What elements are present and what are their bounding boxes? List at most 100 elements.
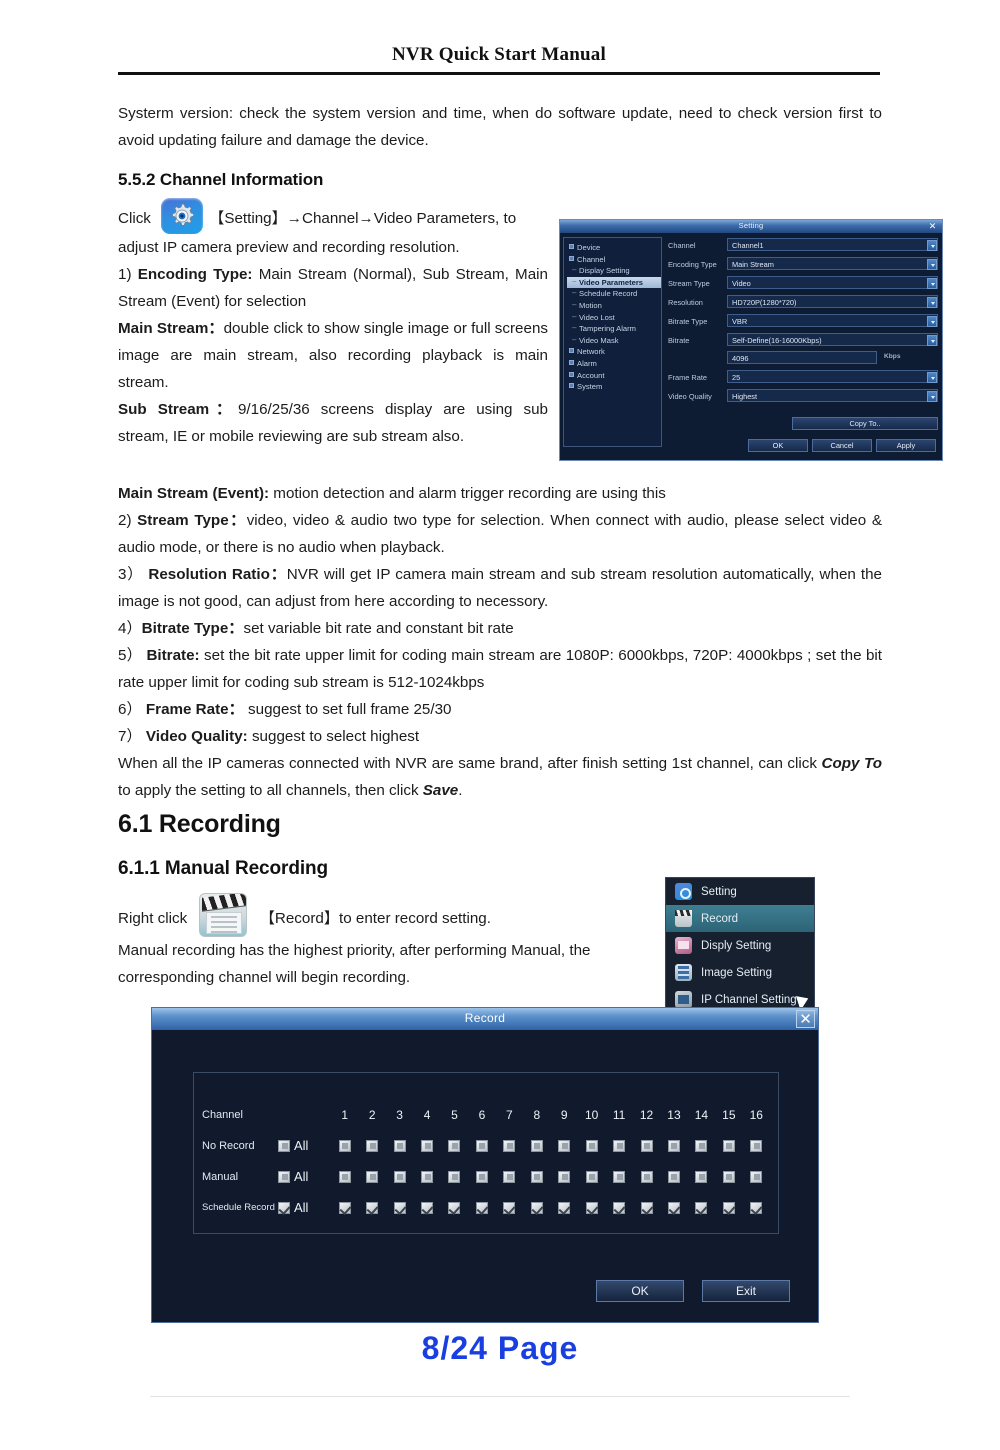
checkbox-schedule-record-ch9[interactable] — [558, 1201, 571, 1214]
checkbox-schedule-record-ch10[interactable] — [585, 1201, 598, 1214]
expand-icon[interactable] — [569, 348, 574, 354]
checkbox-no-record-ch11[interactable] — [613, 1139, 626, 1152]
copy-to-button[interactable]: Copy To.. — [792, 417, 938, 430]
tree-item-tampering-alarm[interactable]: Tampering Alarm — [567, 322, 661, 335]
checkbox-no-record-ch2[interactable] — [366, 1139, 379, 1152]
field-select[interactable]: Channel1 — [727, 238, 938, 251]
checkbox-manual-ch2[interactable] — [366, 1170, 379, 1183]
tree-item-video-parameters[interactable]: Video Parameters — [567, 276, 661, 289]
chevron-down-icon[interactable] — [927, 240, 937, 251]
tree-item-account[interactable]: Account — [567, 370, 661, 382]
chevron-down-icon[interactable] — [927, 278, 937, 289]
chevron-down-icon[interactable] — [927, 259, 937, 270]
checkbox-manual-ch3[interactable] — [393, 1170, 406, 1183]
checkbox-no-record-ch14[interactable] — [695, 1139, 708, 1152]
ok-button[interactable]: OK — [748, 439, 808, 452]
video-quality-select[interactable]: Highest — [727, 389, 938, 402]
chevron-down-icon[interactable] — [927, 316, 937, 327]
tree-item-network[interactable]: Network — [567, 346, 661, 358]
checkbox-schedule-record-ch12[interactable] — [640, 1201, 653, 1214]
close-icon[interactable]: ✕ — [927, 221, 938, 232]
checkbox-manual-ch9[interactable] — [558, 1170, 571, 1183]
checkbox-schedule-record-ch1[interactable] — [338, 1201, 351, 1214]
checkbox-schedule-record-ch3[interactable] — [393, 1201, 406, 1214]
checkbox-schedule-record-ch2[interactable] — [366, 1201, 379, 1214]
checkbox-schedule-record-ch6[interactable] — [475, 1201, 488, 1214]
tree-item-motion[interactable]: Motion — [567, 299, 661, 312]
checkbox-schedule-record-ch11[interactable] — [613, 1201, 626, 1214]
checkbox-no-record-ch5[interactable] — [448, 1139, 461, 1152]
checkbox-no-record-ch7[interactable] — [503, 1139, 516, 1152]
context-menu-item-record[interactable]: Record — [666, 905, 814, 932]
field-select[interactable]: HD720P(1280*720) — [727, 295, 938, 308]
chevron-down-icon[interactable] — [927, 372, 937, 383]
checkbox-no-record-ch6[interactable] — [475, 1139, 488, 1152]
checkbox-schedule-record-ch13[interactable] — [667, 1201, 680, 1214]
checkbox-schedule-record-ch8[interactable] — [530, 1201, 543, 1214]
chevron-down-icon[interactable] — [927, 297, 937, 308]
checkbox-manual-ch11[interactable] — [613, 1170, 626, 1183]
expand-icon[interactable] — [569, 244, 574, 249]
field-select[interactable]: Video — [727, 276, 938, 289]
chevron-down-icon[interactable] — [927, 391, 937, 402]
tree-item-display-setting[interactable]: Display Setting — [567, 264, 661, 277]
tree-item-video-lost[interactable]: Video Lost — [567, 311, 661, 324]
checkbox-no-record-ch4[interactable] — [421, 1139, 434, 1152]
cancel-button[interactable]: Cancel — [812, 439, 872, 452]
checkbox-all-schedule-record[interactable] — [278, 1201, 290, 1214]
checkbox-manual-ch6[interactable] — [475, 1170, 488, 1183]
checkbox-schedule-record-ch7[interactable] — [503, 1201, 516, 1214]
checkbox-all-manual[interactable] — [278, 1170, 290, 1183]
tree-item-alarm[interactable]: Alarm — [567, 358, 661, 370]
checkbox-no-record-ch15[interactable] — [722, 1139, 735, 1152]
checkbox-all-no-record[interactable] — [278, 1139, 290, 1152]
checkbox-schedule-record-ch5[interactable] — [448, 1201, 461, 1214]
checkbox-no-record-ch16[interactable] — [750, 1139, 763, 1152]
expand-icon[interactable] — [569, 371, 574, 377]
field-select[interactable]: Main Stream — [727, 257, 938, 270]
checkbox-manual-ch15[interactable] — [722, 1170, 735, 1183]
checkbox-manual-ch7[interactable] — [503, 1170, 516, 1183]
tree-item-schedule-record[interactable]: Schedule Record — [567, 287, 661, 300]
checkbox-manual-ch14[interactable] — [695, 1170, 708, 1183]
checkbox-manual-ch1[interactable] — [338, 1170, 351, 1183]
checkbox-manual-ch13[interactable] — [667, 1170, 680, 1183]
checkbox-manual-ch4[interactable] — [421, 1170, 434, 1183]
checkbox-manual-ch8[interactable] — [530, 1170, 543, 1183]
tree-item-system[interactable]: System — [567, 381, 661, 393]
tree-item-device[interactable]: Device — [567, 242, 661, 254]
checkbox-manual-ch5[interactable] — [448, 1170, 461, 1183]
context-menu-item-disply-setting[interactable]: Disply Setting — [666, 932, 814, 959]
tree-item-channel[interactable]: Channel — [567, 254, 661, 266]
record-ok-button[interactable]: OK — [596, 1280, 684, 1302]
field-select[interactable]: Self-Define(16-16000Kbps) — [727, 333, 938, 346]
checkbox-manual-ch16[interactable] — [750, 1170, 763, 1183]
checkbox-no-record-ch8[interactable] — [530, 1139, 543, 1152]
expand-icon[interactable] — [569, 255, 574, 261]
context-menu-item-setting[interactable]: Setting — [666, 878, 814, 905]
apply-button[interactable]: Apply — [876, 439, 936, 452]
context-menu-item-image-setting[interactable]: Image Setting — [666, 959, 814, 986]
record-exit-button[interactable]: Exit — [702, 1280, 790, 1302]
checkbox-manual-ch12[interactable] — [640, 1170, 653, 1183]
tree-item-video-mask[interactable]: Video Mask — [567, 334, 661, 347]
checkbox-no-record-ch10[interactable] — [585, 1139, 598, 1152]
frame-rate-select[interactable]: 25 — [727, 370, 938, 383]
checkbox-schedule-record-ch15[interactable] — [722, 1201, 735, 1214]
close-icon[interactable]: ✕ — [796, 1010, 815, 1028]
expand-icon[interactable] — [569, 383, 574, 389]
checkbox-no-record-ch9[interactable] — [558, 1139, 571, 1152]
checkbox-no-record-ch3[interactable] — [393, 1139, 406, 1152]
checkbox-no-record-ch13[interactable] — [667, 1139, 680, 1152]
checkbox-schedule-record-ch4[interactable] — [421, 1201, 434, 1214]
checkbox-no-record-ch1[interactable] — [338, 1139, 351, 1152]
checkbox-manual-ch10[interactable] — [585, 1170, 598, 1183]
checkbox-no-record-ch12[interactable] — [640, 1139, 653, 1152]
chevron-down-icon[interactable] — [927, 335, 937, 346]
checkbox-schedule-record-ch14[interactable] — [695, 1201, 708, 1214]
bitrate-value-input[interactable]: 4096 — [727, 351, 877, 364]
expand-icon[interactable] — [569, 359, 574, 365]
field-select[interactable]: VBR — [727, 314, 938, 327]
checkbox-schedule-record-ch16[interactable] — [750, 1201, 763, 1214]
right-click-suffix-label: 【Record】to enter record setting. — [259, 910, 491, 927]
